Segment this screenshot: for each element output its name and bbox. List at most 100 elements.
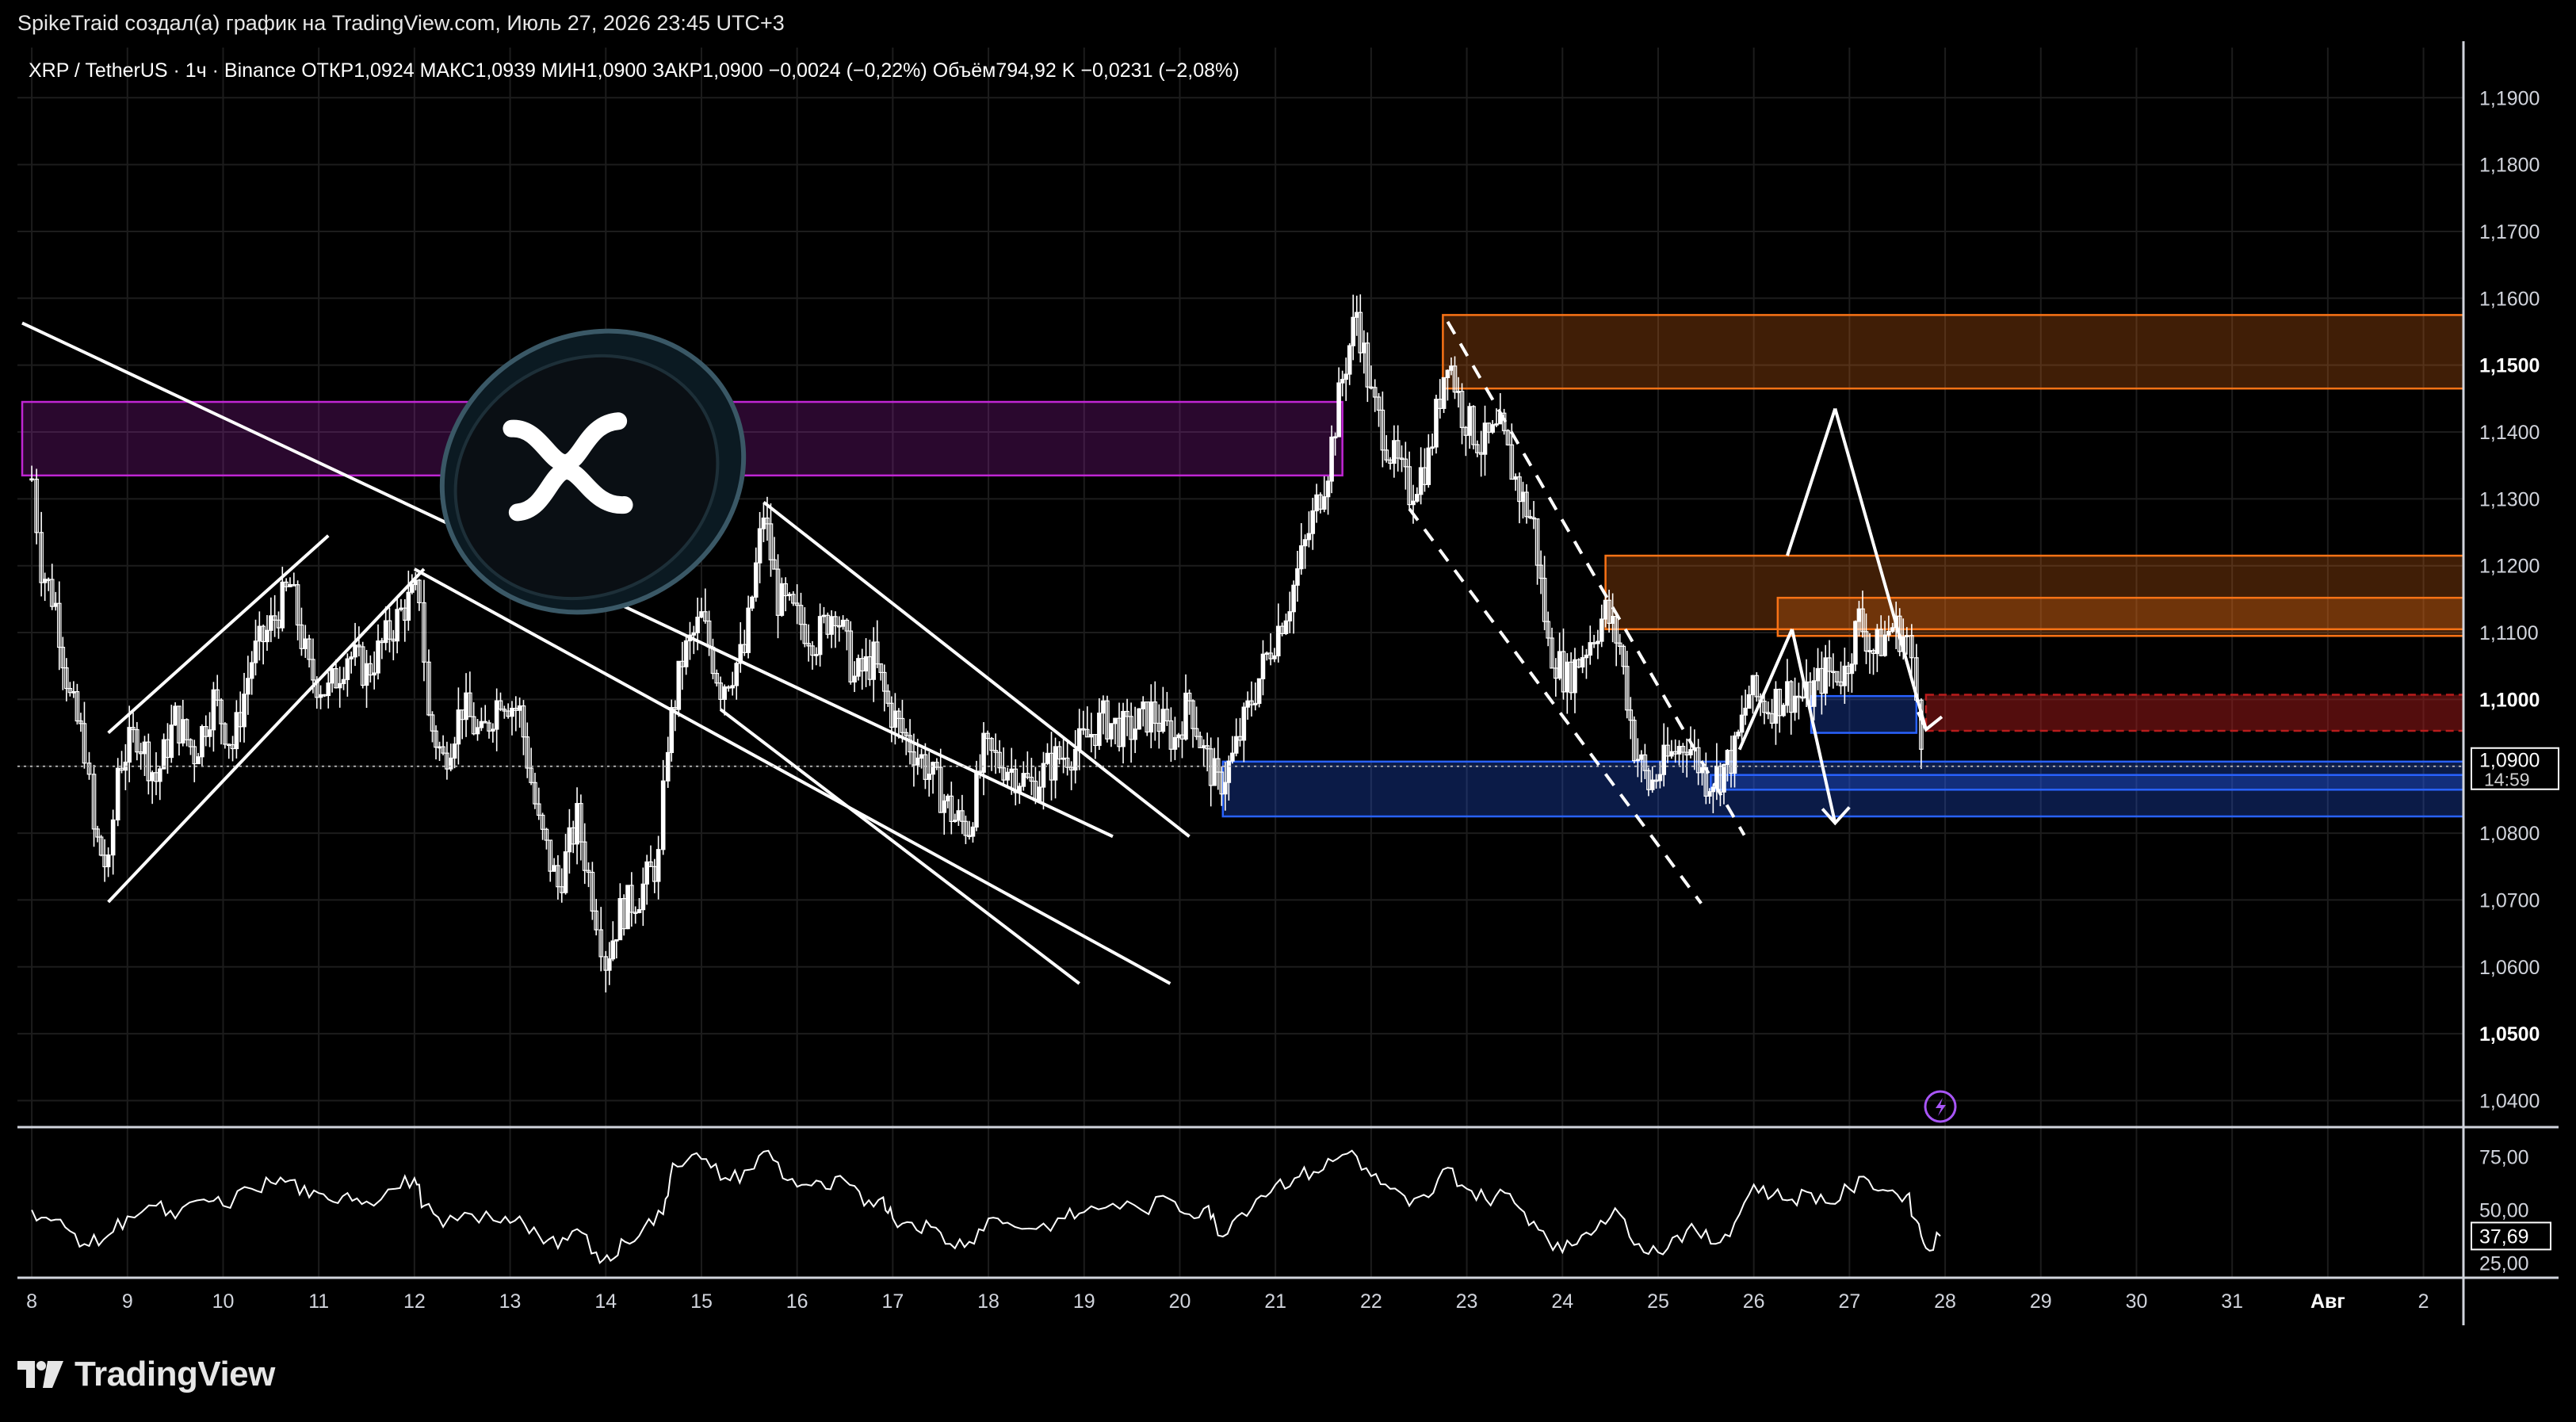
legend-high-label: МАКС <box>420 59 476 82</box>
legend-high-value: 1,0939 <box>475 59 535 82</box>
candle-body <box>757 528 762 564</box>
candle-body <box>395 609 399 642</box>
candle-body <box>1302 539 1308 547</box>
candle-body <box>1045 752 1050 764</box>
candle-body <box>1295 568 1300 586</box>
candle-body <box>1253 702 1258 705</box>
candle-body <box>1467 406 1472 436</box>
legend-low-label: МИН <box>541 59 587 82</box>
candle-body <box>456 709 461 745</box>
date-tick-label: 17 <box>881 1290 904 1313</box>
candle-body <box>280 581 285 629</box>
candle-body <box>303 638 308 649</box>
date-tick-label: 25 <box>1647 1290 1669 1313</box>
candle-body <box>1347 345 1352 375</box>
tradingview-brand[interactable]: TradingView <box>17 1351 275 1398</box>
candle-body <box>1573 659 1577 694</box>
candle-body <box>1329 436 1334 482</box>
candle-body <box>814 654 819 656</box>
candle-body <box>1226 760 1232 783</box>
candle-body <box>1336 382 1341 438</box>
date-tick-label: 22 <box>1360 1290 1382 1313</box>
candle-body <box>625 885 630 930</box>
candle-body <box>640 883 646 911</box>
candle-body <box>945 795 950 802</box>
candle-body <box>1449 365 1454 371</box>
candle-body <box>761 517 766 529</box>
candle-body <box>330 667 334 684</box>
candle-body <box>42 579 48 583</box>
legend-close-label: ЗАКР <box>652 59 702 82</box>
candle-body <box>1823 657 1828 694</box>
candle-body <box>345 658 350 680</box>
candle-body <box>1815 667 1821 682</box>
candle-body <box>695 617 700 633</box>
date-tick-label: 15 <box>690 1290 713 1313</box>
orange-zone[interactable] <box>1442 314 2465 390</box>
candle-body <box>1649 779 1655 790</box>
candle-body <box>1661 744 1667 775</box>
candle-body <box>1430 446 1435 449</box>
candle-body <box>372 672 376 676</box>
candle-body <box>288 583 292 587</box>
candle-body <box>787 594 792 597</box>
candle-body <box>246 678 250 695</box>
candle-body <box>1275 625 1281 657</box>
price-tick-label: 1,1900 <box>2479 87 2540 109</box>
candle-body <box>71 690 76 694</box>
candle-body <box>644 861 649 885</box>
candle-body <box>974 770 979 828</box>
candle-body <box>699 611 704 618</box>
candle-body <box>840 619 846 627</box>
price-tick-label: 1,0700 <box>2479 889 2540 912</box>
candle-body <box>1245 700 1250 708</box>
candle-body <box>919 754 924 759</box>
candle-body <box>655 849 661 882</box>
candle-body <box>852 675 857 682</box>
candle-body <box>180 719 185 743</box>
candle-body <box>1354 312 1359 318</box>
chart-canvas[interactable]: 1,1900 1,1800 1,1700 1,1600 1,1500 1,1400 1,13… <box>0 0 2576 1422</box>
candle-body <box>491 728 495 732</box>
price-tick-label: 1,1000 <box>2479 689 2540 711</box>
candle-body <box>1856 608 1862 622</box>
legend-open-label: ОТКР <box>301 59 354 82</box>
candle-body <box>1343 373 1348 380</box>
candle-body <box>169 724 174 759</box>
last-price-value: 1,0900 <box>2479 750 2540 772</box>
candle-body <box>1890 627 1895 633</box>
rsi-last-value: 37,69 <box>2479 1225 2529 1248</box>
candle-body <box>614 939 619 942</box>
candle-body <box>863 656 869 672</box>
price-tick-label: 1,1800 <box>2479 155 2540 177</box>
candle-body <box>1699 766 1705 774</box>
candle-body <box>1089 734 1094 738</box>
candle-body <box>931 762 935 775</box>
candle-body <box>1233 736 1239 754</box>
candle-body <box>211 689 216 731</box>
candle-body <box>1490 424 1495 433</box>
candle-body <box>1283 620 1289 634</box>
candle-body <box>1610 616 1615 624</box>
candle-body <box>1599 618 1604 642</box>
candle-body <box>567 827 572 853</box>
candle-body <box>1148 701 1154 733</box>
candle-body <box>437 746 442 749</box>
blue-zone[interactable] <box>1810 694 1918 734</box>
candle-body <box>158 768 162 782</box>
candle-body <box>150 772 155 782</box>
candle-body <box>326 682 331 697</box>
candle-body <box>1785 681 1790 706</box>
red-zone[interactable] <box>1924 694 2465 732</box>
candle-body <box>1603 599 1608 620</box>
candle-body <box>1340 378 1345 384</box>
candle-body <box>1201 745 1206 748</box>
candle-body <box>956 810 961 821</box>
candle-body <box>142 741 147 755</box>
candle-body <box>1160 709 1166 732</box>
price-tick-label: 1,0400 <box>2479 1090 2540 1112</box>
candle-body <box>1212 758 1217 786</box>
legend-open-value: 1,0924 <box>354 59 415 82</box>
candle-body <box>606 958 612 971</box>
candle-body <box>1456 391 1461 393</box>
